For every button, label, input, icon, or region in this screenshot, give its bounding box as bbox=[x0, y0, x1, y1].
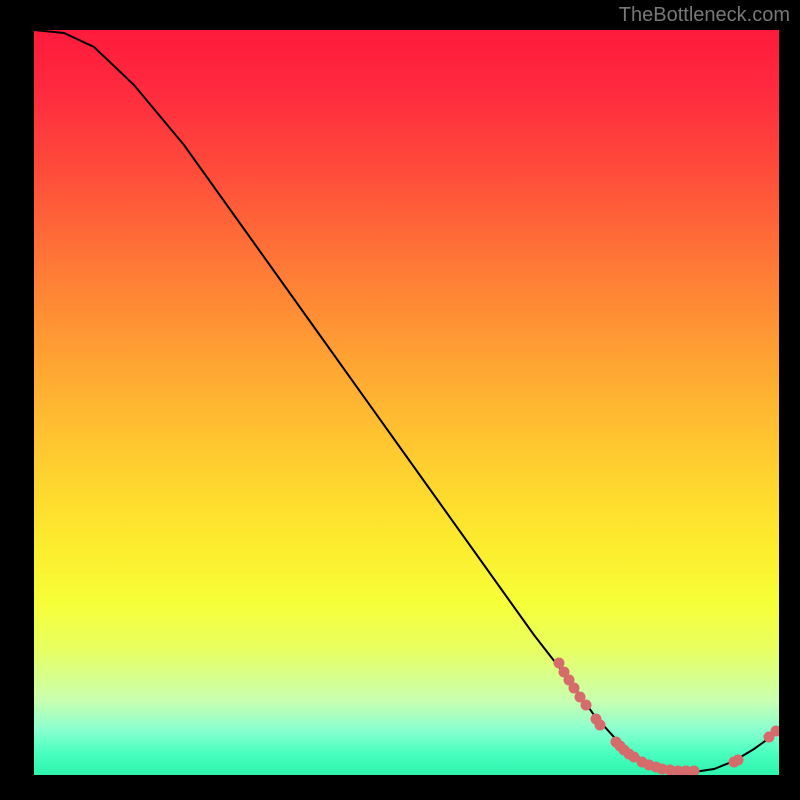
data-point bbox=[689, 766, 700, 776]
data-point bbox=[569, 683, 580, 694]
data-point bbox=[595, 720, 606, 731]
data-point bbox=[733, 755, 744, 766]
data-points bbox=[554, 658, 780, 776]
chart-plot-area bbox=[34, 30, 779, 775]
chart-svg bbox=[34, 30, 779, 775]
curve-line bbox=[34, 30, 779, 772]
watermark-text: TheBottleneck.com bbox=[619, 4, 790, 27]
data-point bbox=[581, 700, 592, 711]
root-container: TheBottleneck.com bbox=[0, 0, 800, 800]
